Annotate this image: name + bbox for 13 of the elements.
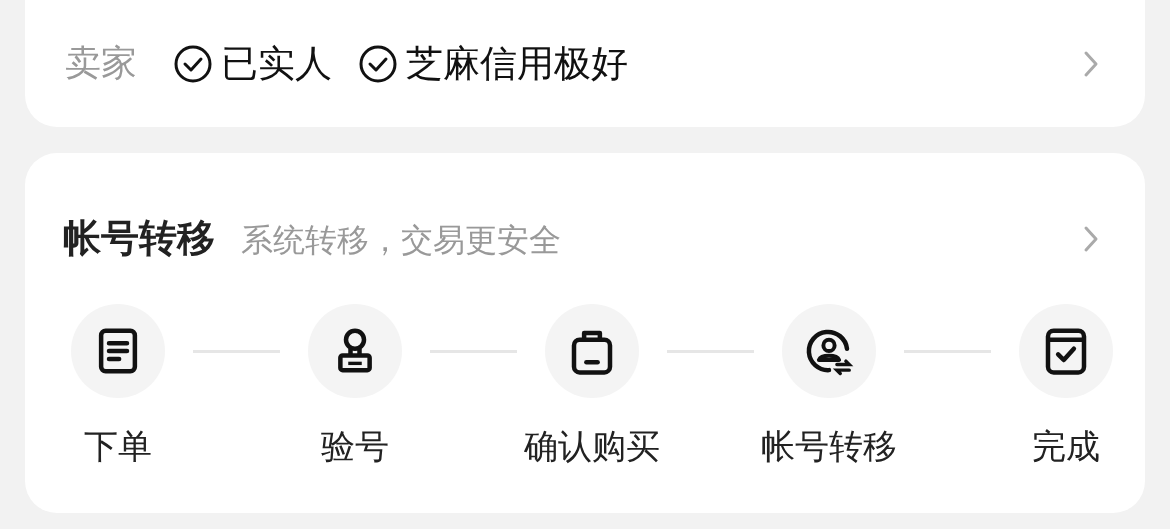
step-label: 验号 [321, 425, 389, 468]
section-subtitle: 系统转移，交易更安全 [241, 220, 561, 261]
verification-label: 已实人 [221, 40, 332, 87]
section-title: 帐号转移 [63, 215, 215, 262]
check-circle-icon [358, 43, 398, 84]
check-circle-icon [173, 43, 213, 84]
step-label: 下单 [84, 425, 152, 468]
seller-card[interactable]: 卖家 已实人 芝麻信用极好 [25, 0, 1145, 127]
step-label: 完成 [1032, 425, 1100, 468]
seller-label: 卖家 [65, 41, 137, 85]
verification-label: 芝麻信用极好 [406, 40, 628, 87]
step-label: 确认购买 [524, 425, 660, 468]
step-label: 帐号转移 [761, 425, 897, 468]
